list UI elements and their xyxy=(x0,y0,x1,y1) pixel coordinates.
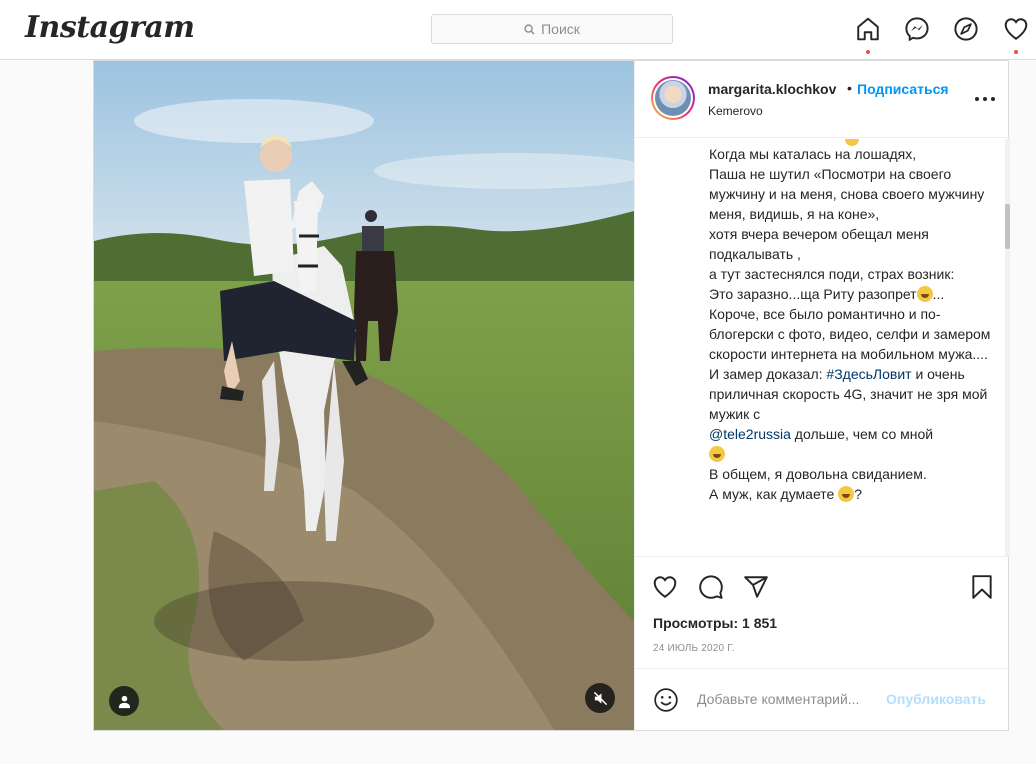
caption-scrollbar[interactable] xyxy=(1005,139,1010,557)
home-notification-dot xyxy=(866,50,870,54)
comment-icon[interactable] xyxy=(698,574,724,600)
top-navigation-bar: Instagram Поиск xyxy=(0,0,1036,60)
post-location[interactable]: Kemerovo xyxy=(708,104,763,118)
home-icon[interactable] xyxy=(855,16,881,42)
laughing-emoji-icon xyxy=(916,286,933,302)
post-date[interactable]: 24 ИЮЛЬ 2020 Г. xyxy=(653,643,735,654)
views-count[interactable]: Просмотры: 1 851 xyxy=(653,615,777,631)
mention-link[interactable]: @tele2russia xyxy=(709,426,791,442)
activity-notification-dot xyxy=(1014,50,1018,54)
avatar[interactable] xyxy=(651,76,695,120)
more-options-button[interactable] xyxy=(975,89,995,109)
header-separator: • xyxy=(847,80,852,96)
instagram-logo[interactable]: Instagram xyxy=(25,10,195,45)
explore-icon[interactable] xyxy=(953,16,979,42)
follow-button[interactable]: Подписаться xyxy=(857,81,949,97)
scrollbar-thumb[interactable] xyxy=(1005,204,1010,249)
video-frame-horse-riding xyxy=(94,61,634,730)
bookmark-icon[interactable] xyxy=(969,574,995,600)
grinning-emoji-icon xyxy=(709,446,725,462)
publish-button[interactable]: Опубликовать xyxy=(886,691,986,707)
caption-text: Когда мы каталась на лошадях, Паша не шу… xyxy=(709,139,999,504)
smiling-emoji-icon xyxy=(838,486,855,502)
search-placeholder: Поиск xyxy=(541,21,580,37)
post-video[interactable] xyxy=(94,61,634,730)
activity-heart-icon[interactable] xyxy=(1003,16,1029,42)
tagged-users-button[interactable] xyxy=(109,686,139,716)
share-icon[interactable] xyxy=(743,574,769,600)
like-heart-icon[interactable] xyxy=(652,574,678,600)
search-icon xyxy=(524,23,535,35)
ellipsis-icon xyxy=(975,97,979,101)
post-container: margarita.klochkov • Подписаться Kemerov… xyxy=(93,60,1010,731)
speaker-muted-icon xyxy=(593,691,607,705)
post-sidebar: margarita.klochkov • Подписаться Kemerov… xyxy=(634,61,1010,730)
emoji-picker-icon[interactable] xyxy=(653,687,679,713)
mute-toggle-button[interactable] xyxy=(585,683,615,713)
post-caption: Когда мы каталась на лошадях, Паша не шу… xyxy=(635,139,1010,557)
comment-input[interactable]: Добавьте комментарий... xyxy=(697,691,859,707)
emoji-icon xyxy=(845,139,859,146)
messenger-icon[interactable] xyxy=(904,16,930,42)
post-header: margarita.klochkov • Подписаться Kemerov… xyxy=(635,61,1010,138)
comment-bar: Добавьте комментарий... Опубликовать xyxy=(635,668,1010,730)
hashtag-link[interactable]: #ЗдесьЛовит xyxy=(826,366,911,382)
user-icon xyxy=(118,695,130,708)
post-actions xyxy=(635,558,1010,618)
search-box[interactable]: Поиск xyxy=(431,14,673,44)
post-username[interactable]: margarita.klochkov xyxy=(708,81,836,97)
